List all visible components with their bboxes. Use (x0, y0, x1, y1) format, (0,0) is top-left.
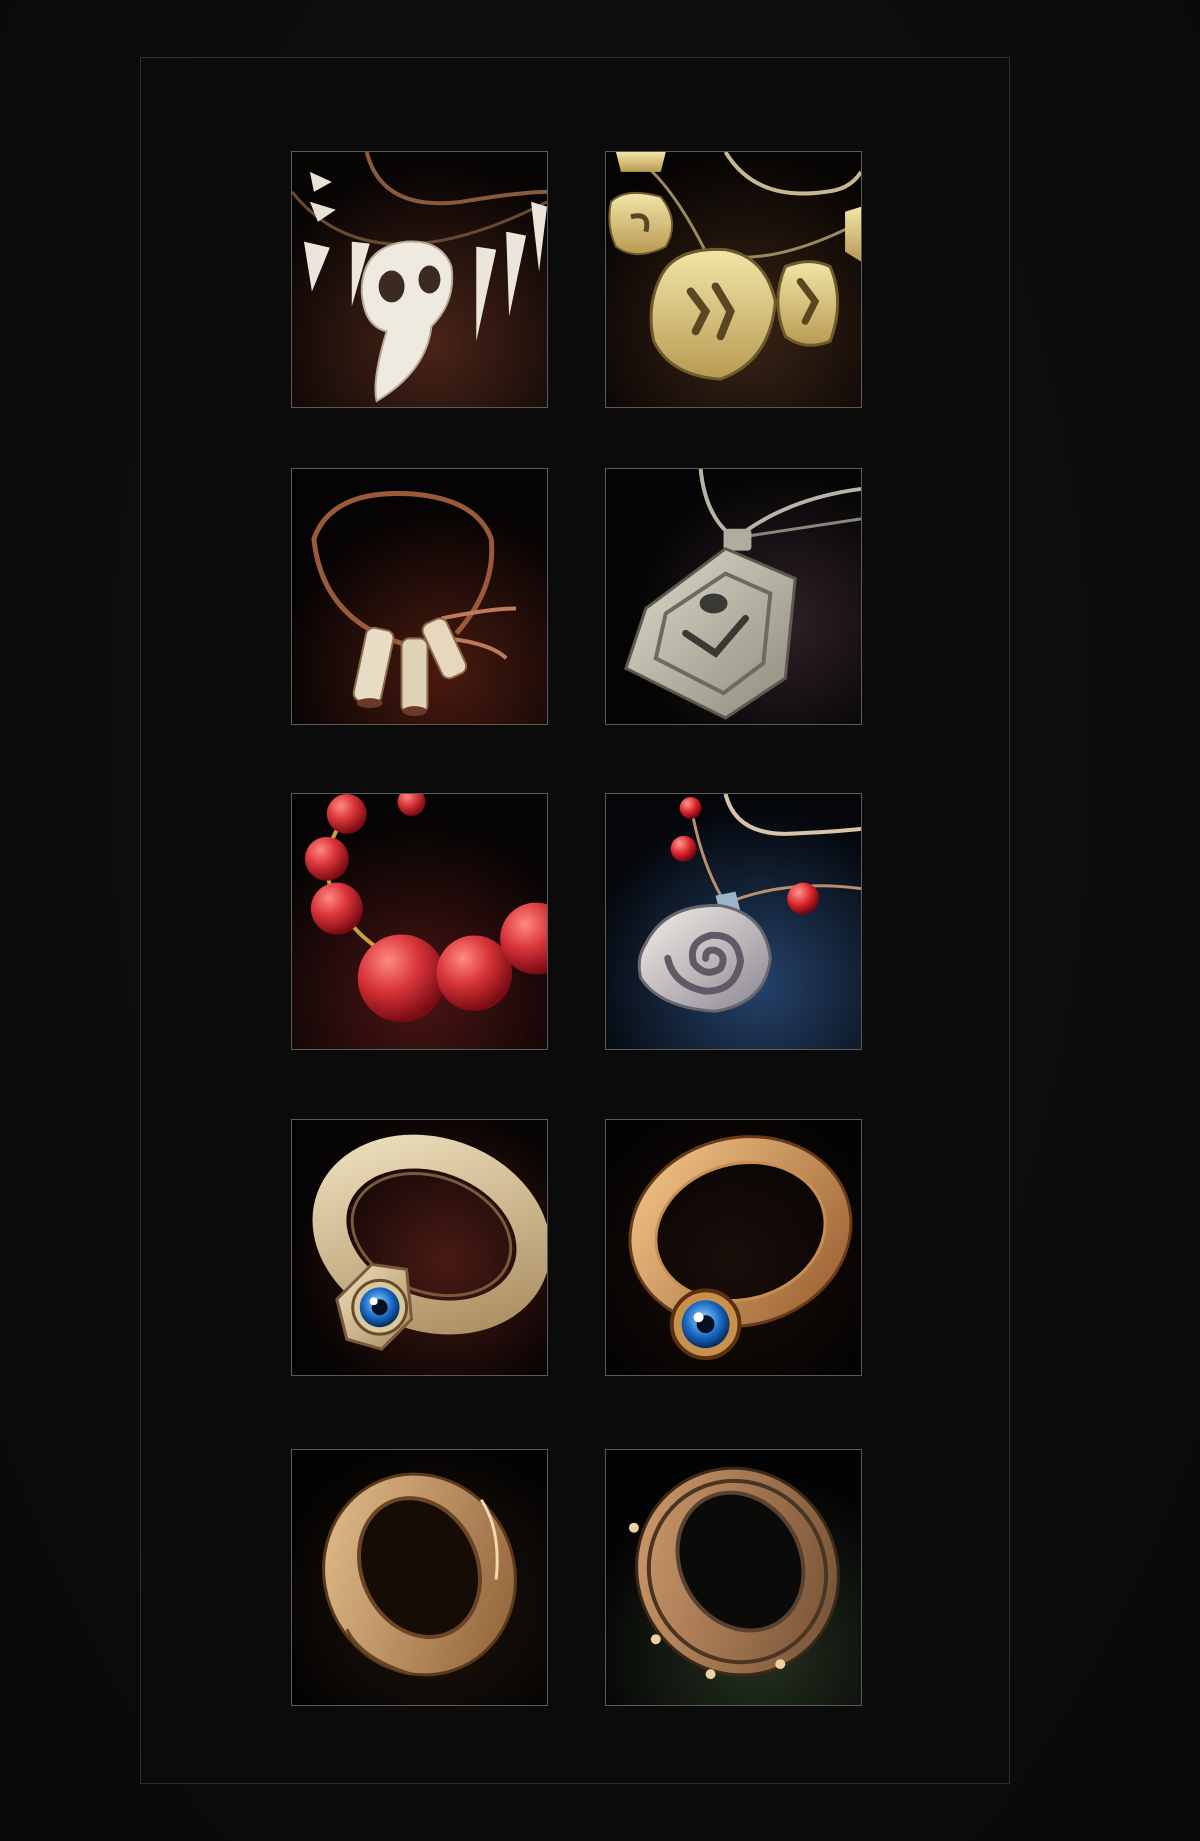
item-slot-2[interactable] (605, 151, 862, 408)
stone-amulet-necklace-icon (606, 469, 861, 724)
item-slot-8[interactable] (605, 1119, 862, 1376)
item-slot-4[interactable] (605, 468, 862, 725)
item-slot-6[interactable] (605, 793, 862, 1050)
bone-eye-ring-icon (292, 1120, 547, 1375)
item-slot-1[interactable] (291, 151, 548, 408)
wooden-band-ring-icon (292, 1450, 547, 1705)
item-slot-5[interactable] (291, 793, 548, 1050)
skull-tooth-necklace-icon (292, 152, 547, 407)
bone-tube-necklace-icon (292, 469, 547, 724)
red-bead-necklace-icon (292, 794, 547, 1049)
item-slot-9[interactable] (291, 1449, 548, 1706)
studded-bronze-ring-icon (606, 1450, 861, 1705)
rune-stone-necklace-icon (606, 152, 861, 407)
item-slot-10[interactable] (605, 1449, 862, 1706)
inventory-panel (140, 57, 1010, 1784)
item-slot-3[interactable] (291, 468, 548, 725)
item-slot-7[interactable] (291, 1119, 548, 1376)
spiral-stone-pendant-icon (606, 794, 861, 1049)
gold-eye-ring-icon (606, 1120, 861, 1375)
